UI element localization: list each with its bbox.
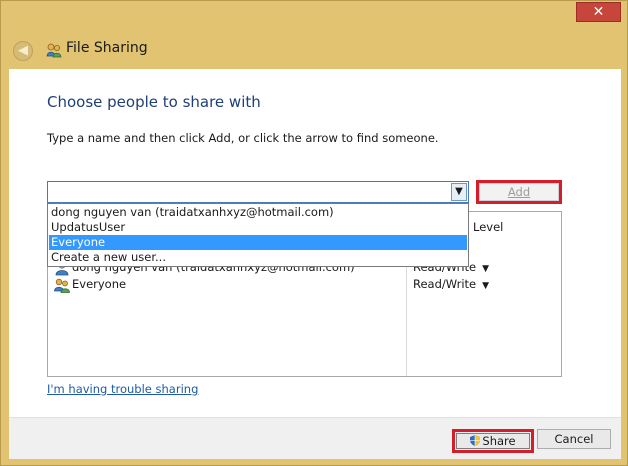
permission-level-header[interactable]: Level	[473, 220, 503, 234]
permission-value: Read/Write	[413, 277, 477, 291]
dropdown-item-dong-nguyen-van[interactable]: dong nguyen van (traidatxanhxyz@hotmail.…	[49, 205, 467, 220]
permission-dropdown[interactable]: Read/Write ▼	[413, 277, 489, 291]
combo-dropdown-button[interactable]: ▼	[451, 183, 467, 201]
cancel-button[interactable]: Cancel	[537, 429, 611, 449]
name-combo-input[interactable]: ▼	[47, 181, 469, 203]
page-heading: Choose people to share with	[47, 93, 261, 111]
row-name: Everyone	[72, 277, 127, 291]
back-button[interactable]: ◀	[13, 41, 33, 61]
group-icon	[54, 278, 70, 293]
table-row[interactable]: Everyone Read/Write ▼	[48, 276, 561, 294]
chevron-down-icon: ▼	[455, 186, 463, 197]
name-dropdown-list: dong nguyen van (traidatxanhxyz@hotmail.…	[47, 203, 469, 267]
close-icon: ✕	[592, 4, 605, 20]
dropdown-arrow-icon: ▼	[482, 264, 490, 274]
content-panel: Choose people to share with Type a name …	[9, 69, 621, 459]
dropdown-item-everyone[interactable]: Everyone	[49, 235, 467, 250]
uac-shield-icon	[470, 435, 481, 446]
file-sharing-icon	[46, 43, 62, 58]
add-button[interactable]: Add	[479, 183, 559, 201]
window-frame: ✕ ◀ File Sharing Choose people to share …	[0, 0, 628, 466]
window-title: File Sharing	[66, 40, 148, 56]
share-button[interactable]: Share	[456, 433, 530, 449]
titlebar: ◀ File Sharing	[9, 31, 621, 69]
dropdown-item-updatususer[interactable]: UpdatusUser	[49, 220, 467, 235]
share-label: Share	[482, 434, 516, 448]
dropdown-item-create-new-user[interactable]: Create a new user...	[49, 250, 467, 265]
close-button[interactable]: ✕	[576, 2, 621, 22]
trouble-sharing-link[interactable]: I'm having trouble sharing	[47, 382, 198, 396]
dropdown-arrow-icon: ▼	[482, 281, 490, 291]
instruction-text: Type a name and then click Add, or click…	[47, 131, 439, 145]
back-arrow-icon: ◀	[18, 43, 28, 58]
